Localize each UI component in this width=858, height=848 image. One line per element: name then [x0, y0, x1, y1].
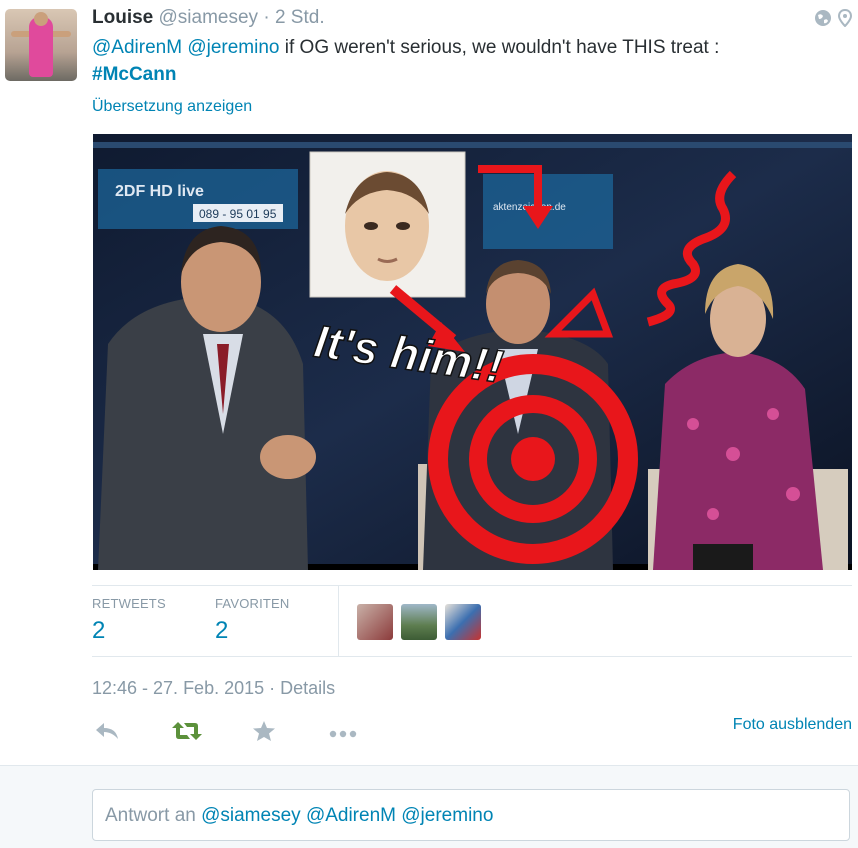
channel-logo: 2DF HD live — [115, 183, 204, 200]
mention-link[interactable]: @AdirenM — [92, 37, 182, 58]
location-pin-icon[interactable] — [837, 8, 853, 32]
tweet-timestamp: 12:46 - 27. Feb. 2015 · Details — [92, 678, 335, 699]
avatar-figure-head — [34, 12, 48, 26]
presenter-figure — [98, 296, 308, 570]
tweet-photo[interactable]: 2DF HD live 089 - 95 01 95 aktenzeichen.… — [93, 134, 852, 570]
tweet-stats: RETWEETS 2 FAVORITEN 2 — [92, 585, 852, 657]
tweet-header: Louise @siamesey · 2 Std. — [92, 7, 325, 29]
avatar[interactable] — [357, 604, 393, 640]
avatar-figure — [29, 17, 53, 77]
user-name[interactable]: Louise — [92, 7, 153, 28]
globe-icon[interactable] — [814, 9, 832, 32]
mention-link[interactable]: @jeremino — [187, 37, 279, 58]
avatar[interactable] — [445, 604, 481, 640]
timestamp-text: 12:46 - 27. Feb. 2015 — [92, 678, 265, 698]
tweet-meta-icons — [814, 8, 853, 32]
user-handle[interactable]: @siamesey — [159, 7, 259, 28]
more-icon[interactable] — [328, 720, 358, 748]
reply-input[interactable]: Antwort an @siamesey @AdirenM @jeremino — [92, 789, 850, 841]
translate-link[interactable]: Übersetzung anzeigen — [92, 98, 252, 116]
reply-mention: @siamesey — [201, 805, 301, 826]
hide-photo-link[interactable]: Foto ausblenden — [733, 716, 852, 734]
reply-prefix: Antwort an — [105, 805, 196, 826]
user-avatar[interactable] — [5, 9, 77, 81]
tweet-text: @AdirenM @jeremino if OG weren't serious… — [92, 34, 832, 88]
tweet-time[interactable]: 2 Std. — [275, 7, 325, 28]
favoriter-avatars — [357, 604, 481, 640]
tweet-actions: Foto ausblenden — [92, 716, 852, 750]
retweets-stat[interactable]: RETWEETS 2 — [92, 596, 166, 645]
avatar[interactable] — [401, 604, 437, 640]
details-link[interactable]: Details — [280, 678, 335, 698]
reply-icon[interactable] — [94, 720, 120, 748]
stats-divider — [338, 586, 339, 656]
retweets-label: RETWEETS — [92, 596, 166, 611]
header-separator: · — [263, 7, 270, 28]
phone-number: 089 - 95 01 95 — [199, 207, 277, 221]
tweet-body: if OG weren't serious, we wouldn't have … — [284, 37, 720, 58]
favorites-label: FAVORITEN — [215, 596, 290, 611]
star-icon[interactable] — [252, 720, 276, 748]
reply-mention: @jeremino — [401, 805, 494, 826]
timestamp-separator: · — [269, 678, 276, 698]
guest-woman-figure — [653, 352, 823, 570]
favorites-stat[interactable]: FAVORITEN 2 — [215, 596, 290, 645]
favorites-count[interactable]: 2 — [215, 617, 290, 645]
retweet-icon[interactable] — [172, 720, 202, 748]
reply-area: Antwort an @siamesey @AdirenM @jeremino — [0, 765, 858, 848]
reply-mention: @AdirenM — [305, 805, 396, 826]
retweets-count[interactable]: 2 — [92, 617, 166, 645]
hashtag-link[interactable]: #McCann — [92, 64, 176, 85]
